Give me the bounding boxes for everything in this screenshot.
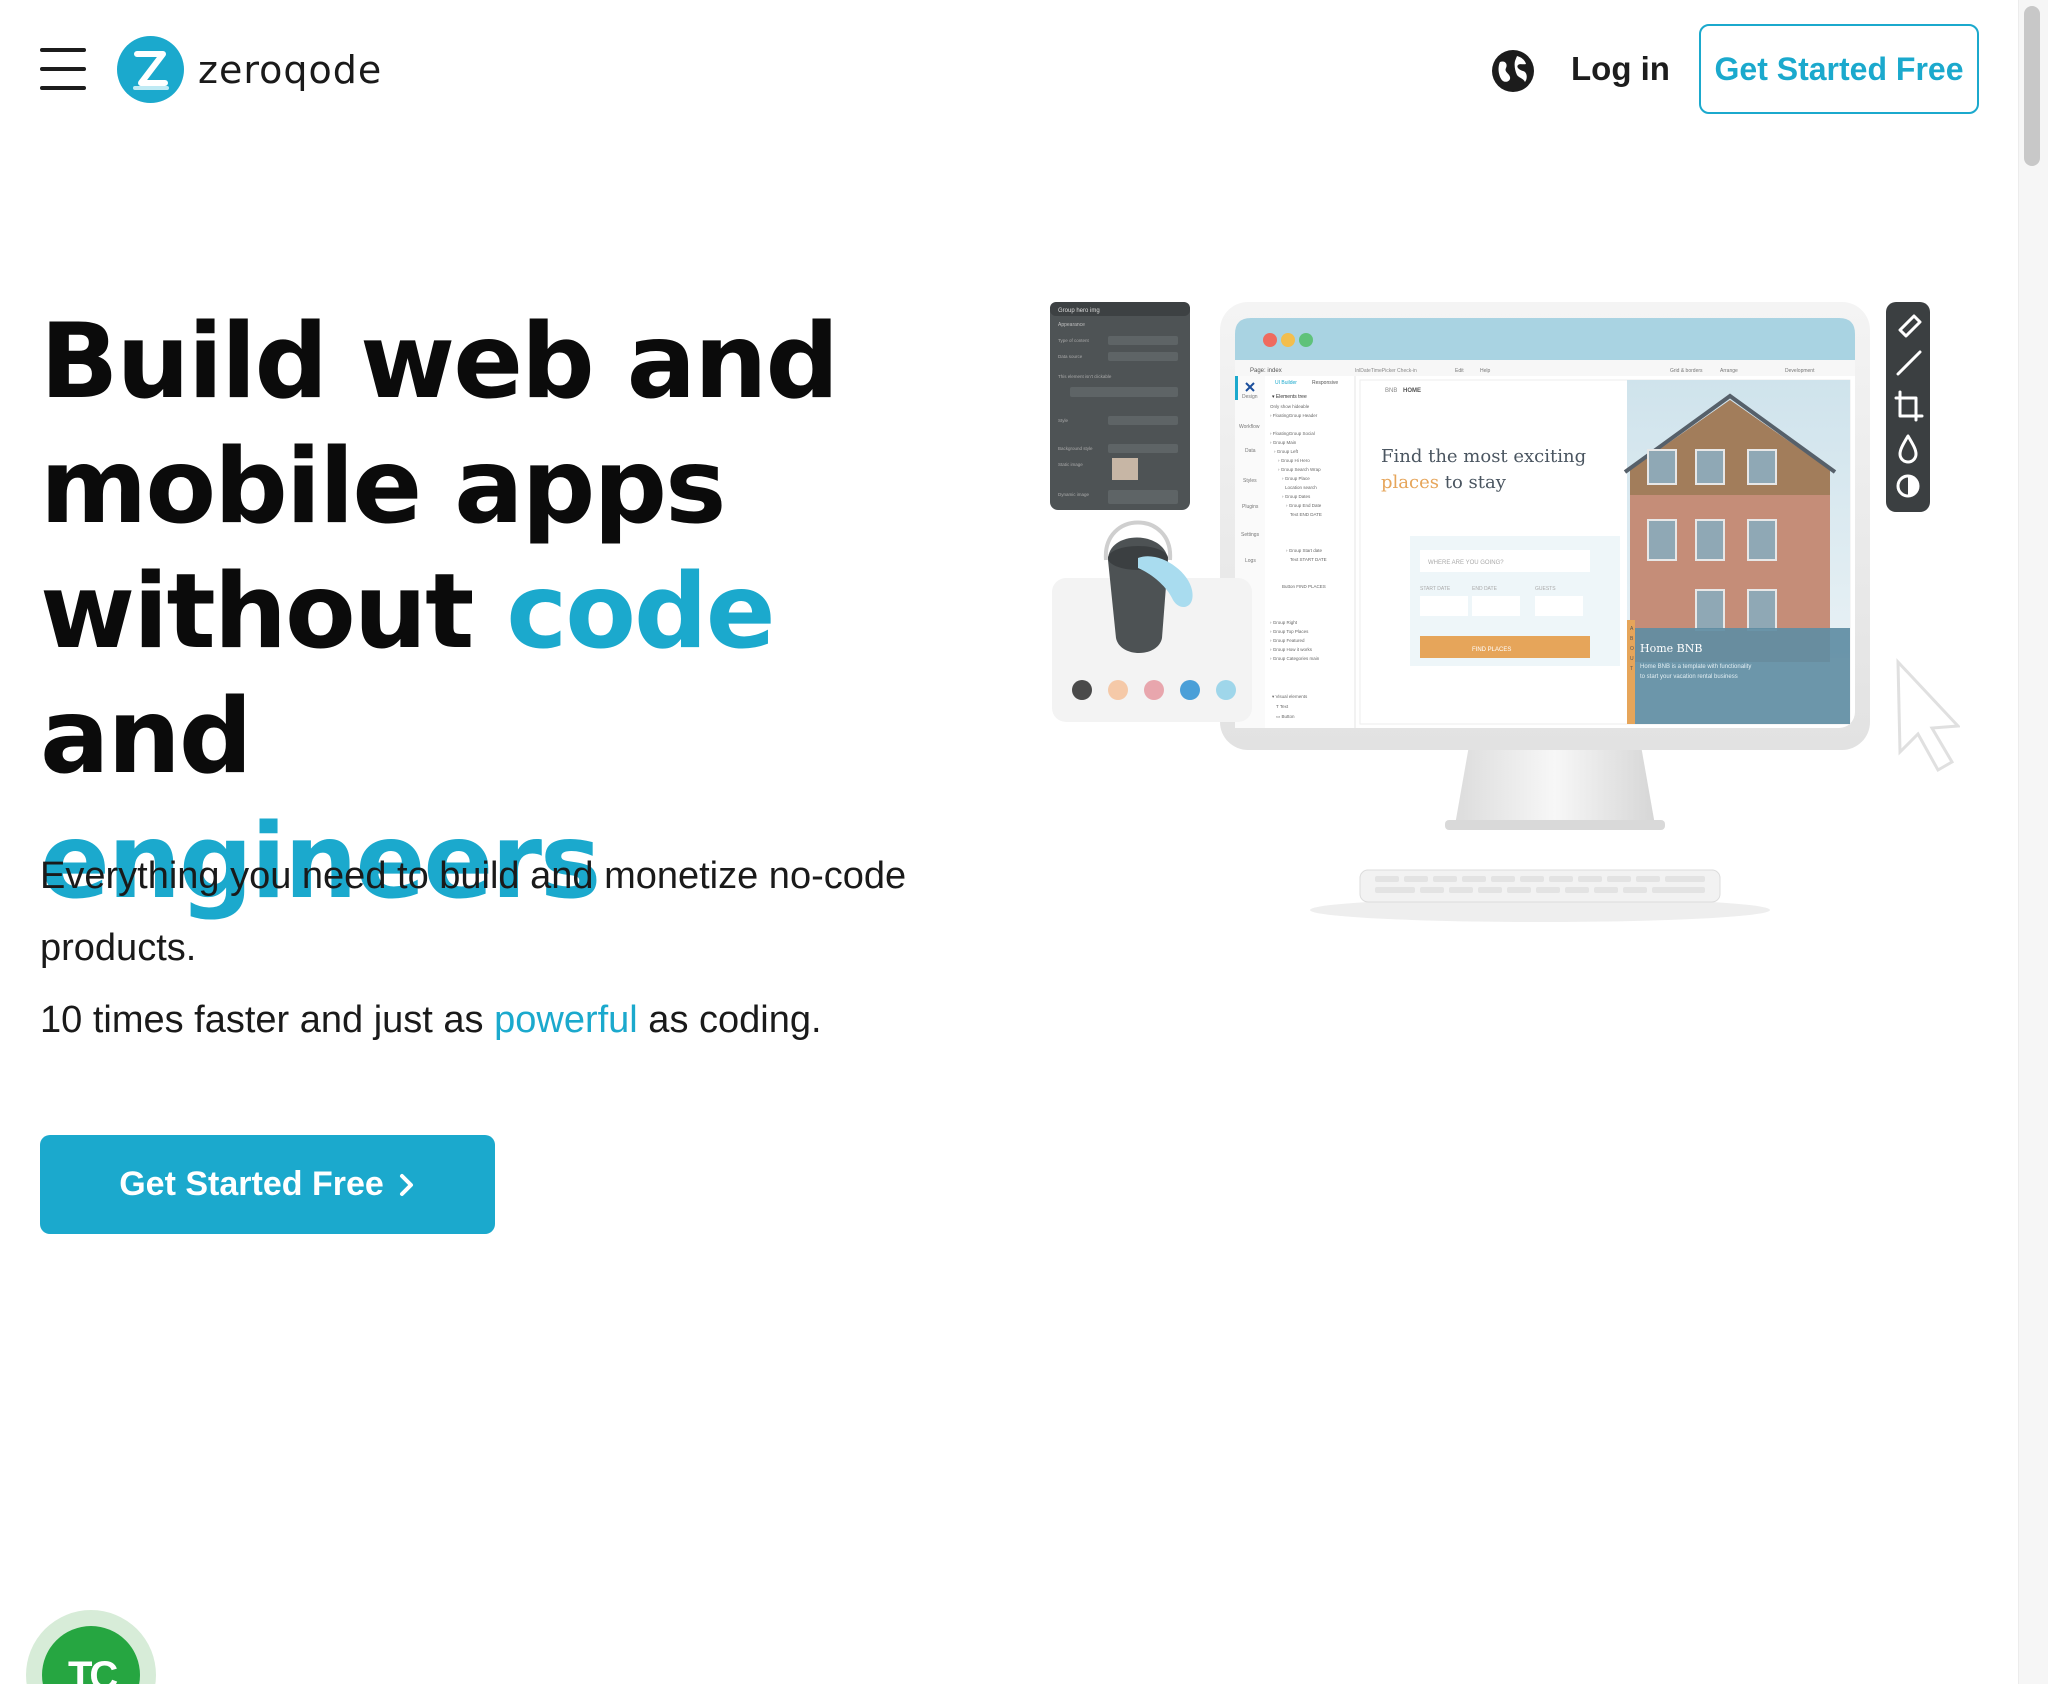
hero-title: Build web and mobile apps without code a… — [40, 300, 1000, 925]
partner-badge-icon[interactable]: TC — [26, 1610, 156, 1684]
hero-title-line: mobile apps — [40, 427, 726, 547]
svg-text:› Group Right: › Group Right — [1270, 620, 1298, 625]
svg-text:O: O — [1630, 646, 1634, 652]
hero-illustration: Page: index InlDateTimePicker Check-in E… — [1050, 302, 1960, 922]
svg-text:Button FIND PLACES: Button FIND PLACES — [1282, 584, 1326, 589]
svg-text:Style: Style — [1058, 418, 1069, 423]
menu-line — [40, 67, 86, 71]
svg-text:› Group Featured: › Group Featured — [1270, 638, 1305, 643]
svg-text:Edit: Edit — [1455, 368, 1464, 374]
svg-text:Data source: Data source — [1058, 354, 1083, 359]
svg-text:to start your vacation rental: to start your vacation rental business — [1640, 674, 1738, 680]
svg-text:U: U — [1630, 656, 1634, 662]
svg-text:› Group Place: › Group Place — [1282, 476, 1310, 481]
svg-text:▾ Elements tree: ▾ Elements tree — [1272, 394, 1307, 400]
svg-text:Plugins: Plugins — [1242, 504, 1259, 510]
svg-text:places to stay: places to stay — [1381, 472, 1507, 493]
hero-cta-label: Get Started Free — [119, 1165, 384, 1203]
chevron-right-icon — [399, 1173, 413, 1196]
badge-letters: TC — [68, 1654, 118, 1684]
svg-text:Dynamic image: Dynamic image — [1058, 492, 1090, 497]
hero-subtitle-line: Everything you need to build and monetiz… — [40, 855, 907, 969]
svg-text:Data: Data — [1245, 448, 1256, 454]
scrollbar-track[interactable] — [2018, 0, 2048, 1684]
svg-text:T: T — [1630, 666, 1633, 672]
hero-subtitle: Everything you need to build and monetiz… — [40, 840, 1000, 1056]
svg-text:START DATE: START DATE — [1420, 586, 1451, 592]
hero-subtitle-line: 10 times faster and just as — [40, 999, 495, 1041]
svg-text:Appearance: Appearance — [1058, 322, 1085, 328]
svg-text:Help: Help — [1480, 368, 1491, 374]
svg-text:› Group Hi Hero: › Group Hi Hero — [1278, 458, 1310, 463]
svg-text:› Group Start date: › Group Start date — [1286, 548, 1323, 553]
svg-text:› Group Main: › Group Main — [1270, 440, 1297, 445]
svg-text:› Group Dates: › Group Dates — [1282, 494, 1311, 499]
svg-text:Development: Development — [1785, 368, 1815, 374]
svg-text:Background style: Background style — [1058, 446, 1093, 451]
svg-text:Find the most exciting: Find the most exciting — [1381, 446, 1586, 467]
svg-text:GUESTS: GUESTS — [1535, 586, 1556, 592]
menu-line — [40, 86, 86, 90]
svg-text:Type of content: Type of content — [1058, 338, 1090, 343]
logo-icon — [117, 36, 184, 103]
svg-text:Only show hideable: Only show hideable — [1270, 404, 1310, 409]
hero-title-accent: code — [506, 552, 775, 672]
menu-line — [40, 48, 86, 52]
svg-text:InlDateTimePicker Check-in: InlDateTimePicker Check-in — [1355, 368, 1417, 374]
hero-get-started-button[interactable]: Get Started Free — [40, 1135, 495, 1234]
svg-text:▭ Button: ▭ Button — [1276, 714, 1295, 719]
login-link[interactable]: Log in — [1571, 50, 1670, 88]
svg-text:END DATE: END DATE — [1472, 586, 1498, 592]
svg-text:› Group Search Wrap: › Group Search Wrap — [1278, 467, 1321, 472]
hero-subtitle-line: as coding. — [637, 999, 822, 1041]
card-title: Home BNB — [1640, 642, 1702, 655]
panel-title: Group hero img — [1058, 308, 1100, 314]
svg-text:Workflow: Workflow — [1239, 424, 1260, 430]
badge-inner: TC — [42, 1626, 140, 1684]
svg-text:▾ Visual elements: ▾ Visual elements — [1272, 694, 1308, 699]
svg-text:Settings: Settings — [1241, 532, 1260, 538]
svg-text:Text END DATE: Text END DATE — [1290, 512, 1322, 517]
globe-icon[interactable] — [1490, 48, 1536, 94]
svg-text:FIND PLACES: FIND PLACES — [1472, 647, 1511, 653]
svg-text:› Group How it works: › Group How it works — [1270, 647, 1313, 652]
logo-text: zeroqode — [198, 47, 383, 92]
svg-text:This element isn't clickable: This element isn't clickable — [1058, 374, 1112, 379]
hero-subtitle-accent: powerful — [494, 999, 638, 1041]
svg-text:UI Builder: UI Builder — [1275, 380, 1297, 386]
svg-text:Grid & borders: Grid & borders — [1670, 368, 1703, 374]
svg-text:Home BNB is a template with fu: Home BNB is a template with functionalit… — [1640, 664, 1751, 670]
svg-text:Arrange: Arrange — [1720, 368, 1738, 374]
svg-text:› Group Left: › Group Left — [1274, 449, 1299, 454]
svg-text:› Group End Date: › Group End Date — [1286, 503, 1322, 508]
svg-text:› Group Categories main: › Group Categories main — [1270, 656, 1320, 661]
svg-text:Static image: Static image — [1058, 462, 1083, 467]
svg-text:Design: Design — [1242, 394, 1258, 400]
hero-title-line: and — [40, 677, 253, 797]
menu-icon[interactable] — [40, 48, 86, 90]
svg-text:Styles: Styles — [1243, 478, 1257, 484]
svg-text:WHERE ARE YOU GOING?: WHERE ARE YOU GOING? — [1428, 560, 1504, 566]
svg-text:› FloatingGroup Social: › FloatingGroup Social — [1270, 431, 1315, 436]
svg-text:BNB: BNB — [1385, 388, 1397, 394]
header-get-started-button[interactable]: Get Started Free — [1699, 24, 1979, 114]
editor-page-label: Page: index — [1250, 368, 1282, 374]
svg-text:Text START DATE: Text START DATE — [1290, 557, 1327, 562]
scrollbar-thumb[interactable] — [2024, 6, 2040, 166]
svg-text:T Text: T Text — [1276, 704, 1289, 709]
logo[interactable]: zeroqode — [117, 36, 382, 103]
svg-text:Location search: Location search — [1285, 485, 1317, 490]
hero-title-line: Build web and — [40, 302, 839, 422]
site-brand: HOME — [1403, 388, 1421, 394]
svg-text:› FloatingGroup Header: › FloatingGroup Header — [1270, 413, 1318, 418]
svg-text:Logs: Logs — [1245, 558, 1256, 564]
svg-text:› Group Top Places: › Group Top Places — [1270, 629, 1309, 634]
hero-title-line: without — [40, 552, 507, 672]
svg-text:Responsive: Responsive — [1312, 380, 1338, 386]
